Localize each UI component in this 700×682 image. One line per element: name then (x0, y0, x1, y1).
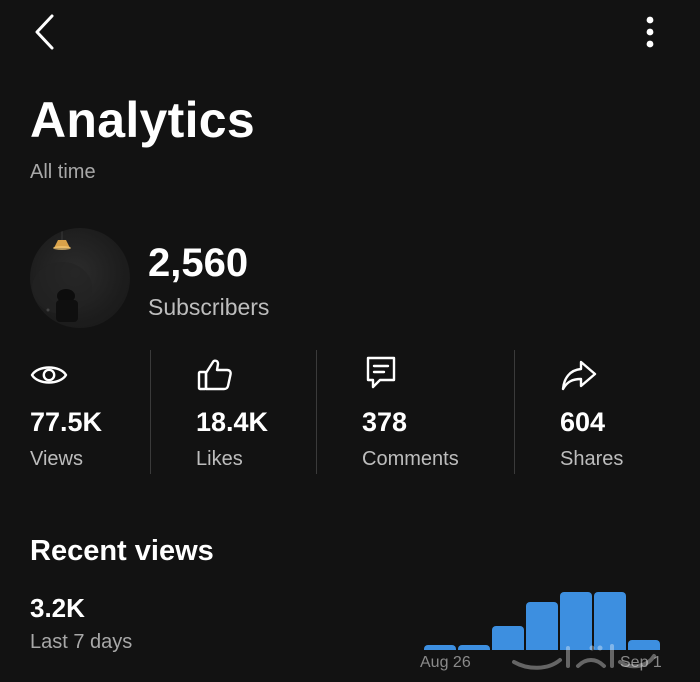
comments-value: 378 (362, 407, 408, 437)
time-range-label: All time (30, 161, 96, 183)
shares-label: Shares (560, 448, 624, 470)
shares-value: 604 (560, 407, 606, 437)
likes-label: Likes (196, 448, 243, 470)
views-label: Views (30, 448, 83, 470)
likes-value: 18.4K (196, 407, 269, 437)
eye-icon (30, 356, 68, 394)
stat-divider (150, 350, 151, 474)
chart-bar (424, 645, 456, 650)
back-button[interactable] (24, 10, 64, 54)
watermark-logo (512, 644, 656, 670)
more-vertical-icon (646, 16, 654, 48)
more-options-button[interactable] (632, 10, 668, 54)
stat-divider (514, 350, 515, 474)
subscriber-count: 2,560 (148, 241, 249, 285)
subscriber-label: Subscribers (148, 294, 270, 320)
recent-views-period: Last 7 days (30, 631, 133, 653)
chart-bar (458, 645, 490, 650)
back-arrow-icon (35, 14, 54, 50)
stat-divider (316, 350, 317, 474)
recent-views-title: Recent views (30, 535, 214, 567)
thumbs-up-icon (196, 356, 234, 394)
chart-date-label: Aug 26 (420, 654, 471, 671)
views-value: 77.5K (30, 407, 103, 437)
comment-icon (362, 354, 400, 392)
recent-views-value: 3.2K (30, 593, 85, 623)
comments-label: Comments (362, 448, 459, 470)
page-title: Analytics (30, 92, 256, 148)
share-icon (560, 356, 598, 394)
avatar-image (32, 228, 92, 322)
avatar[interactable] (30, 228, 130, 328)
